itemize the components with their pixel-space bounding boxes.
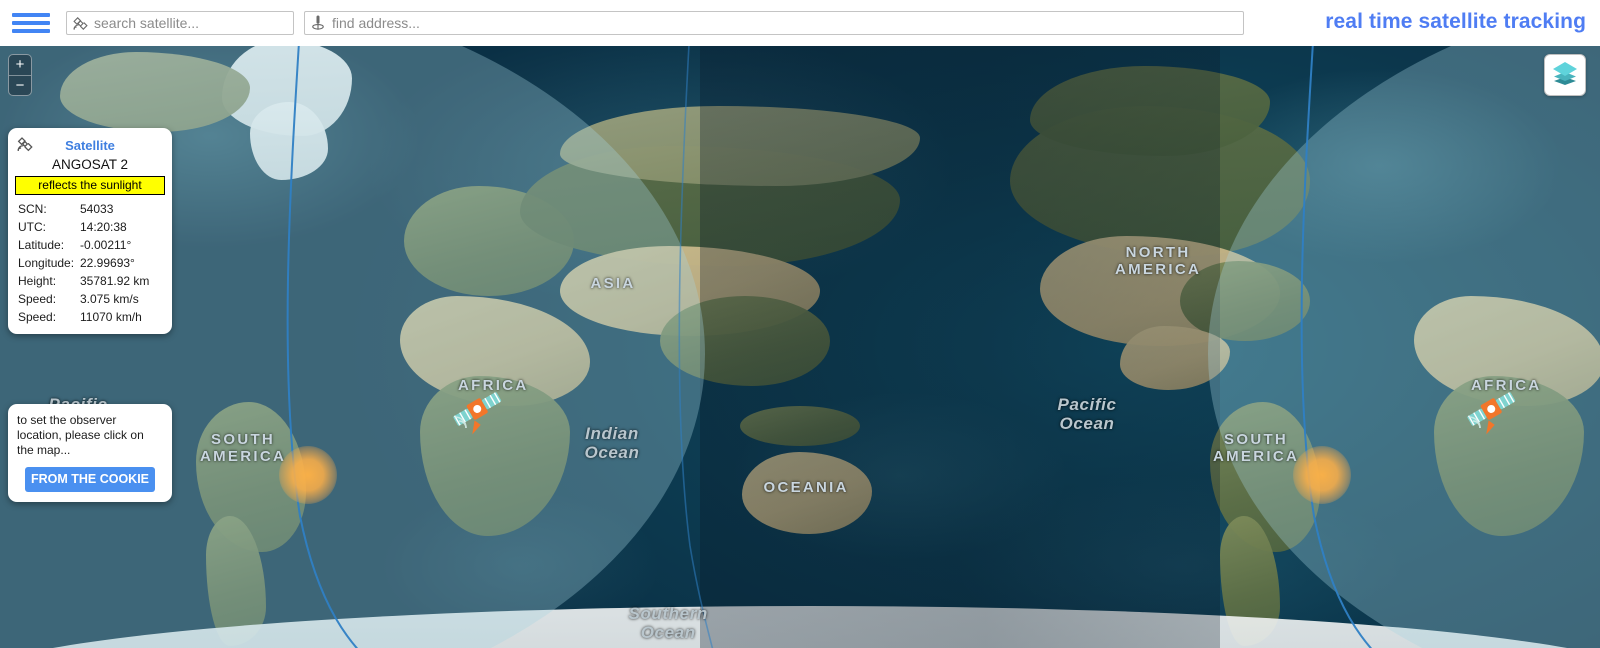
hamburger-bar <box>12 13 50 17</box>
observer-location-panel: to set the observer location, please cli… <box>8 404 172 502</box>
telemetry-value: 11070 km/h <box>80 310 142 324</box>
hamburger-menu-icon[interactable] <box>12 10 52 36</box>
hamburger-bar <box>12 29 50 33</box>
address-search-input[interactable] <box>329 12 1243 34</box>
satellite-search-box[interactable] <box>66 11 294 35</box>
telemetry-row: SCN: 54033 <box>8 200 172 218</box>
telemetry-key: Speed: <box>18 292 57 306</box>
satellite-icon <box>16 135 34 158</box>
telemetry-key: Height: <box>18 274 57 288</box>
satellite-marker[interactable] <box>1462 383 1524 441</box>
telemetry-value: -0.00211° <box>80 238 132 252</box>
satellite-markers-layer <box>0 46 1600 648</box>
telemetry-value: 35781.92 km <box>80 274 150 288</box>
page-title: real time satellite tracking <box>1325 10 1586 33</box>
telemetry-row: Speed: 3.075 km/s <box>8 290 172 308</box>
address-search-box[interactable] <box>304 11 1244 35</box>
telemetry-value: 3.075 km/s <box>80 292 139 306</box>
zoom-control[interactable]: + − <box>8 54 32 96</box>
telemetry-key: SCN: <box>18 202 47 216</box>
satellite-status-badge: reflects the sunlight <box>15 176 165 195</box>
satellite-telemetry-list: SCN: 54033 UTC: 14:20:38 Latitude: -0.00211° L… <box>8 200 172 326</box>
satellite-icon <box>69 12 91 34</box>
telemetry-row: UTC: 14:20:38 <box>8 218 172 236</box>
from-the-cookie-button[interactable]: FROM THE COOKIE <box>25 467 155 492</box>
telemetry-value: 14:20:38 <box>80 220 127 234</box>
telemetry-key: Speed: <box>18 310 57 324</box>
telemetry-key: Latitude: <box>18 238 65 252</box>
telemetry-key: Longitude: <box>18 256 75 270</box>
satellite-search-input[interactable] <box>91 12 293 34</box>
telemetry-key: UTC: <box>18 220 46 234</box>
satellite-info-panel: Satellite ANGOSAT 2 reflects the sunligh… <box>8 128 172 334</box>
layers-stack-icon <box>1551 60 1579 91</box>
satellite-panel-header: Satellite <box>8 135 172 155</box>
zoom-in-button[interactable]: + <box>9 55 31 75</box>
telemetry-row: Longitude: 22.99693° <box>8 254 172 272</box>
observer-instructions: to set the observer location, please cli… <box>17 413 144 457</box>
map-canvas[interactable]: ASIA AFRICA NORTH AMERICA SOUTH AMERICA SOUTH A… <box>0 46 1600 648</box>
location-pin-icon <box>307 12 329 34</box>
telemetry-row: Speed: 11070 km/h <box>8 308 172 326</box>
zoom-out-button[interactable]: − <box>9 75 31 95</box>
satellite-name: ANGOSAT 2 <box>51 157 129 172</box>
telemetry-value: 22.99693° <box>80 256 135 270</box>
top-toolbar: real time satellite tracking <box>0 0 1600 46</box>
satellite-marker[interactable] <box>448 383 510 441</box>
telemetry-value: 54033 <box>80 202 114 216</box>
telemetry-row: Latitude: -0.00211° <box>8 236 172 254</box>
layers-button[interactable] <box>1544 54 1586 96</box>
satellite-kind-label: Satellite <box>65 137 115 153</box>
telemetry-row: Height: 35781.92 km <box>8 272 172 290</box>
hamburger-bar <box>12 21 50 25</box>
